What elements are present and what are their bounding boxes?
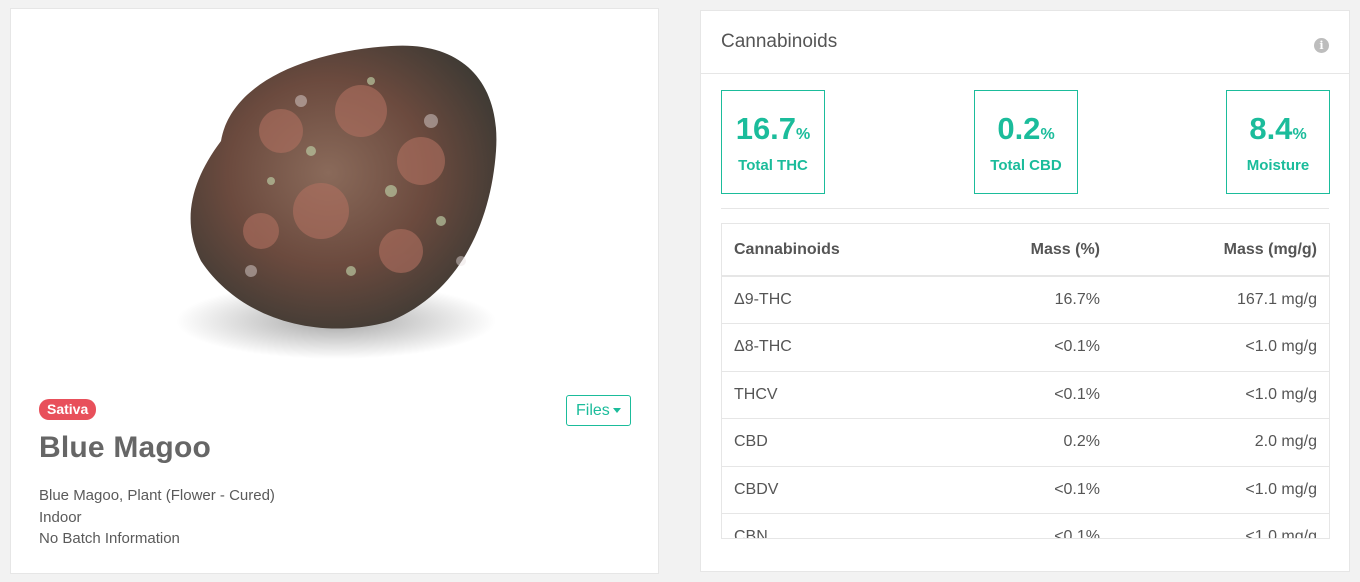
cell-mass-percent: <0.1% (922, 371, 1112, 419)
cell-compound: CBD (722, 418, 922, 467)
stat-label: Moisture (1246, 157, 1310, 174)
product-image (176, 45, 497, 359)
info-icon[interactable]: i (1314, 38, 1329, 53)
stat-value: 0.2% (997, 111, 1055, 146)
table-row: Δ8-THC <0.1% <1.0 mg/g (722, 323, 1329, 372)
cannabinoids-table-scroll[interactable]: Cannabinoids Mass (%) Mass (mg/g) Δ9-THC… (721, 223, 1330, 539)
cell-mass-percent: 16.7% (922, 276, 1112, 324)
cell-mass-mg: 2.0 mg/g (1112, 418, 1329, 467)
files-button-label: Files (576, 401, 610, 419)
cannabinoids-table: Cannabinoids Mass (%) Mass (mg/g) Δ9-THC… (722, 224, 1329, 538)
files-dropdown-button[interactable]: Files (566, 395, 631, 426)
cell-mass-mg: <1.0 mg/g (1112, 513, 1329, 538)
product-meta: Blue Magoo, Plant (Flower - Cured) Indoo… (39, 485, 275, 550)
cell-compound: Δ8-THC (722, 323, 922, 372)
panel-title: Cannabinoids (721, 31, 838, 52)
cannabinoids-card: Cannabinoids i 16.7% Total THC 0.2% Tota… (700, 10, 1350, 572)
stat-label: Total CBD (990, 157, 1062, 174)
cell-mass-mg: <1.0 mg/g (1112, 466, 1329, 514)
table-row: CBD 0.2% 2.0 mg/g (722, 418, 1329, 467)
column-header-mass-mg[interactable]: Mass (mg/g) (1112, 224, 1329, 277)
table-row: CBN <0.1% <1.0 mg/g (722, 513, 1329, 538)
table-row: Δ9-THC 16.7% 167.1 mg/g (722, 276, 1329, 324)
cell-mass-percent: 0.2% (922, 418, 1112, 467)
divider (721, 208, 1329, 209)
panel-header: Cannabinoids i (701, 11, 1349, 74)
caret-down-icon (612, 407, 621, 413)
cell-compound: THCV (722, 371, 922, 419)
strain-type-badge: Sativa (39, 399, 97, 420)
cell-mass-mg: 167.1 mg/g (1112, 276, 1329, 324)
cell-compound: CBDV (722, 466, 922, 514)
product-batch: No Batch Information (39, 530, 180, 547)
table-row: THCV <0.1% <1.0 mg/g (722, 371, 1329, 419)
stat-moisture: 8.4% Moisture (1226, 90, 1330, 194)
cell-compound: Δ9-THC (722, 276, 922, 324)
stat-label: Total THC (738, 157, 808, 174)
product-description: Blue Magoo, Plant (Flower - Cured) (39, 487, 275, 504)
stat-total-thc: 16.7% Total THC (721, 90, 825, 194)
stat-value: 8.4% (1249, 111, 1307, 146)
table-header-row: Cannabinoids Mass (%) Mass (mg/g) (722, 224, 1329, 277)
cell-mass-percent: <0.1% (922, 323, 1112, 372)
table-row: CBDV <0.1% <1.0 mg/g (722, 466, 1329, 514)
cell-mass-mg: <1.0 mg/g (1112, 371, 1329, 419)
column-header-cannabinoids[interactable]: Cannabinoids (722, 224, 922, 277)
stat-total-cbd: 0.2% Total CBD (974, 90, 1078, 194)
cell-mass-mg: <1.0 mg/g (1112, 323, 1329, 372)
cell-compound: CBN (722, 513, 922, 538)
column-header-mass-percent[interactable]: Mass (%) (922, 224, 1112, 277)
cell-mass-percent: <0.1% (922, 513, 1112, 538)
product-card: Sativa Files Blue Magoo Blue Magoo, Plan… (10, 8, 659, 574)
product-environment: Indoor (39, 508, 82, 526)
cell-mass-percent: <0.1% (922, 466, 1112, 514)
stat-value: 16.7% (735, 111, 811, 146)
product-name: Blue Magoo (39, 431, 211, 464)
